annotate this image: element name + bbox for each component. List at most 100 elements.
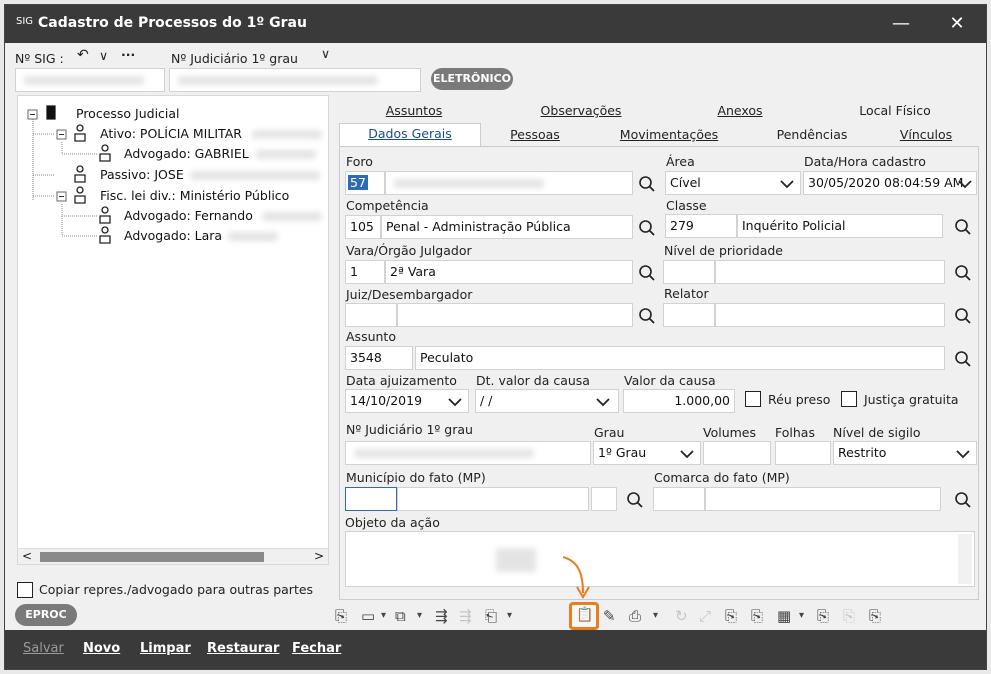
tab-pendencias[interactable]: Pendências [751, 125, 873, 145]
tree-item-advogado[interactable]: Advogado: Fernando [124, 208, 253, 223]
dropdown-arrow-icon[interactable]: ▾ [799, 605, 804, 627]
search-icon[interactable] [953, 263, 973, 283]
limpar-button[interactable]: Limpar [140, 641, 191, 656]
tab-pessoas[interactable]: Pessoas [483, 125, 587, 145]
relator-code-field[interactable] [663, 303, 715, 327]
chevron-down-icon[interactable] [679, 448, 695, 460]
vara-name-field[interactable]: 2ª Vara [385, 260, 633, 284]
judicial-number-field[interactable] [169, 68, 421, 92]
search-icon[interactable] [953, 217, 973, 237]
eproc-button[interactable]: EPROC [15, 604, 77, 626]
horizontal-scrollbar[interactable]: < > [18, 548, 328, 564]
tab-movimentacoes[interactable]: Movimentações [589, 125, 749, 145]
justica-gratuita-checkbox[interactable] [841, 391, 857, 407]
close-button[interactable]: ✕ [934, 5, 980, 43]
search-icon[interactable] [953, 306, 973, 326]
prioridade-code-field[interactable] [663, 260, 715, 284]
search-icon[interactable] [953, 349, 973, 369]
tree-item-passivo[interactable]: Passivo: JOSE [100, 167, 184, 182]
municipio-extra-field[interactable] [591, 487, 617, 511]
scroll-left-icon[interactable]: < [22, 549, 32, 563]
volumes-field[interactable] [703, 441, 771, 465]
tree-item-ativo[interactable]: Ativo: POLÍCIA MILITAR [100, 126, 242, 141]
copy-document-icon[interactable]: ⎗ [485, 605, 497, 627]
print-icon[interactable]: ⎙ [629, 605, 641, 627]
vara-code-field[interactable]: 1 [345, 260, 385, 284]
juiz-name-field[interactable] [397, 303, 633, 327]
chevron-down-icon[interactable] [595, 396, 611, 408]
scrollbar-thumb[interactable] [40, 552, 264, 562]
search-icon[interactable] [625, 490, 645, 510]
novo-button[interactable]: Novo [83, 641, 120, 656]
document-lock-icon[interactable]: ⎘ [817, 605, 829, 627]
back-icon[interactable]: ↶ [77, 47, 89, 63]
salvar-button[interactable]: Salvar [23, 641, 64, 656]
highlighted-clipboard-button[interactable]: 📋 [569, 602, 599, 630]
restaurar-button[interactable]: Restaurar [207, 641, 279, 656]
window-icon[interactable]: ▭ [361, 605, 375, 627]
relator-name-field[interactable] [715, 303, 945, 327]
dropdown-arrow-icon[interactable]: ▾ [417, 605, 422, 627]
search-icon[interactable] [953, 490, 973, 510]
tree-item-root[interactable]: Processo Judicial [76, 106, 180, 121]
dropdown-arrow-icon[interactable]: ▾ [507, 605, 512, 627]
folhas-field[interactable] [775, 441, 831, 465]
reu-preso-checkbox[interactable] [745, 391, 761, 407]
foro-name-field[interactable] [385, 171, 633, 195]
phone-icon[interactable]: ✎ [603, 605, 616, 627]
comarca-name-field[interactable] [705, 487, 941, 511]
chevron-down-icon[interactable]: ∨ [99, 48, 108, 63]
tab-anexos[interactable]: Anexos [671, 101, 809, 121]
copy-representative-checkbox[interactable] [17, 582, 33, 598]
assunto-code-field[interactable]: 3548 [345, 346, 413, 370]
parties-tree[interactable]: Processo Judicial Ativo: POLÍCIA MILITAR… [17, 95, 329, 565]
tab-vinculos[interactable]: Vínculos [875, 125, 977, 145]
assunto-name-field[interactable]: Peculato [415, 346, 945, 370]
classe-code-field[interactable]: 279 [665, 214, 737, 238]
dropdown-arrow-icon[interactable]: ▾ [381, 605, 386, 627]
more-icon[interactable]: ··· [121, 47, 135, 62]
municipio-name-field[interactable] [397, 487, 589, 511]
tab-dados-gerais[interactable]: Dados Gerais [339, 123, 481, 147]
chevron-down-icon[interactable] [957, 178, 973, 190]
search-icon[interactable] [637, 263, 657, 283]
chevron-down-icon[interactable] [955, 448, 971, 460]
nj-field[interactable] [345, 441, 591, 465]
search-icon[interactable] [637, 306, 657, 326]
calendar-icon[interactable]: ▦ [777, 605, 791, 627]
competencia-code-field[interactable]: 105 [345, 215, 381, 239]
prioridade-name-field[interactable] [715, 260, 945, 284]
chevron-down-icon[interactable] [779, 178, 795, 190]
link-nodes-icon[interactable]: ⇶ [435, 605, 448, 627]
fechar-button[interactable]: Fechar [292, 641, 341, 656]
chevron-down-icon[interactable] [447, 396, 463, 408]
search-icon[interactable] [637, 174, 657, 194]
tree-item-fiscal[interactable]: Fisc. lei div.: Ministério Público [100, 188, 289, 203]
valor-field[interactable]: 1.000,00 [623, 389, 735, 413]
municipio-code-field[interactable] [345, 487, 397, 511]
folder-icon[interactable]: ⎘ [751, 605, 763, 627]
search-icon[interactable] [637, 218, 657, 238]
competencia-name-field[interactable]: Penal - Administração Pública [381, 215, 633, 239]
classe-name-field[interactable]: Inquérito Policial [737, 214, 943, 238]
data-cadastro-field[interactable]: 30/05/2020 08:04:59 AM [803, 171, 977, 195]
tree-structure-icon[interactable]: ⧉ [395, 605, 406, 627]
tab-observacoes[interactable]: Observações [495, 101, 667, 121]
textarea-scrollbar[interactable] [958, 534, 972, 584]
tree-item-advogado[interactable]: Advogado: GABRIEL [124, 146, 249, 161]
chevron-down-icon[interactable]: ∨ [321, 46, 330, 61]
document-search-icon[interactable]: ⎘ [725, 605, 737, 627]
dropdown-arrow-icon[interactable]: ▾ [653, 605, 658, 627]
report-icon[interactable]: ⎘ [869, 605, 881, 627]
minimize-button[interactable]: — [878, 5, 924, 43]
foro-code-field[interactable]: 57 [345, 171, 385, 195]
juiz-code-field[interactable] [345, 303, 397, 327]
comarca-code-field[interactable] [653, 487, 705, 511]
sig-number-field[interactable] [15, 68, 165, 92]
tab-local-fisico[interactable]: Local Físico [813, 101, 977, 121]
objeto-textarea[interactable] [345, 531, 975, 587]
tree-item-advogado[interactable]: Advogado: Lara [124, 228, 222, 243]
tab-assuntos[interactable]: Assuntos [339, 101, 489, 121]
scroll-right-icon[interactable]: > [314, 549, 324, 563]
new-document-icon[interactable]: ⎘ [335, 605, 347, 627]
